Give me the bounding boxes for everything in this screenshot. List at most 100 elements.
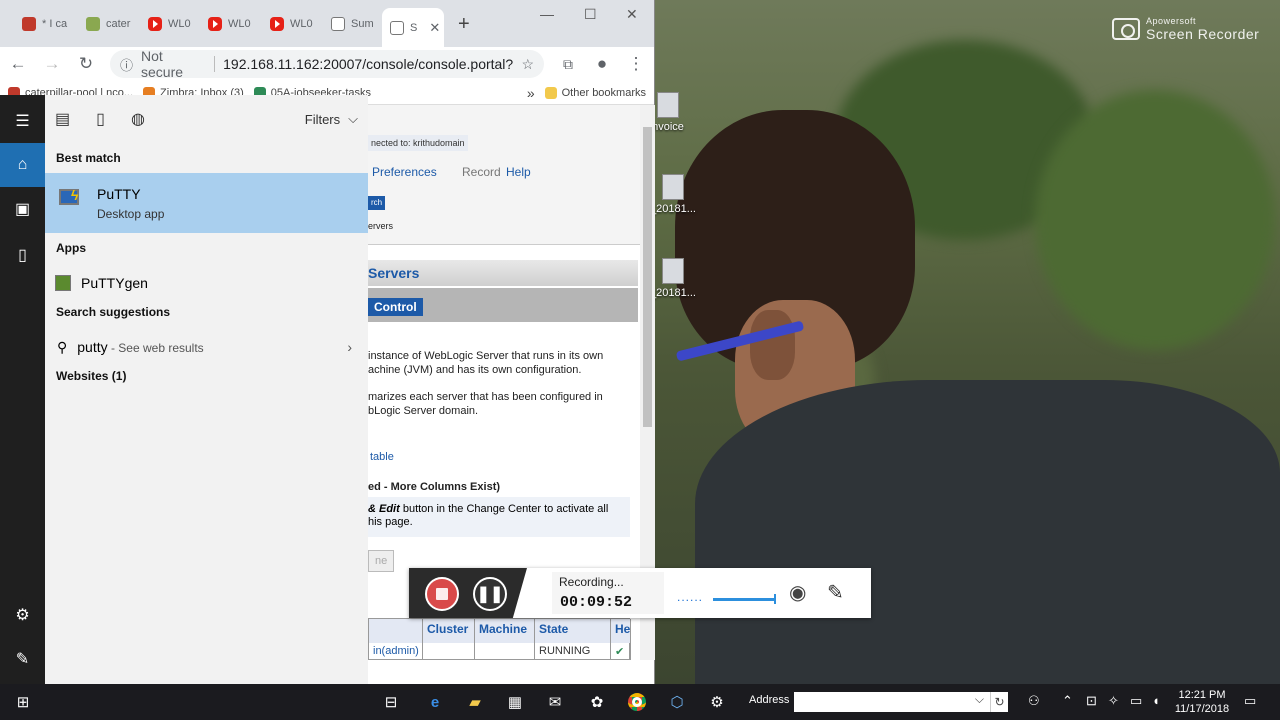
close-tab-icon[interactable]: ✕ (429, 20, 440, 36)
store-icon[interactable]: ▦ (504, 691, 526, 713)
web-suggestion-putty[interactable]: ⚲ putty - See web results › (45, 335, 368, 359)
bookmarks-overflow-icon[interactable]: » (527, 85, 535, 101)
browser-tab-5[interactable]: WL0 (262, 10, 322, 38)
browser-tab-2[interactable]: cater (78, 10, 138, 38)
table-cell-name[interactable]: in(admin) (369, 643, 423, 660)
apps-scope-icon[interactable]: ▤ (55, 109, 70, 129)
camera-icon (1112, 18, 1140, 40)
maximize-button[interactable]: ☐ (584, 6, 597, 23)
pen-icon[interactable]: ✎ (827, 580, 844, 605)
browser-tab-6[interactable]: Sum (323, 10, 381, 38)
profile-avatar-icon[interactable]: ● (592, 54, 612, 74)
volume-slider[interactable] (713, 594, 776, 604)
recording-status: Recording... (559, 575, 624, 589)
webcam-icon[interactable]: ◉ (789, 580, 806, 605)
tab-title: WL0 (290, 18, 313, 30)
table-header-state[interactable]: State (535, 619, 611, 643)
flag-icon (22, 17, 36, 31)
windows-start-icon[interactable]: ⊞ (12, 691, 34, 713)
show-hidden-icons[interactable]: ⌃ (1062, 693, 1073, 709)
table-header-name[interactable] (369, 619, 423, 643)
file-explorer-icon[interactable]: ▰ (464, 691, 486, 713)
table-header-cluster[interactable]: Cluster (423, 619, 475, 643)
youtube-icon (270, 17, 284, 31)
pause-recording-button[interactable]: ❚❚ (473, 577, 507, 611)
feedback-icon[interactable]: ✎ (0, 637, 45, 681)
note-text: his page. (368, 516, 413, 528)
new-tab-button[interactable]: + (450, 10, 470, 38)
new-server-button[interactable]: ne (368, 550, 395, 572)
browser-tab-active[interactable]: S ✕ (382, 8, 444, 47)
documents-scope-icon[interactable]: ▯ (96, 109, 105, 129)
home-icon[interactable]: ⌂ (0, 143, 45, 187)
info-icon[interactable]: ⓘ (120, 55, 133, 74)
search-button[interactable]: rch (368, 196, 386, 210)
extension-icon[interactable]: ⧉ (558, 56, 578, 73)
table-header-machine[interactable]: Machine (475, 619, 535, 643)
address-bar[interactable]: ⓘ Not secure 192.168.11.162:20007/consol… (110, 48, 544, 80)
tab-control[interactable]: Control (368, 298, 423, 316)
mail-icon[interactable]: ✉ (544, 691, 566, 713)
page-icon (331, 17, 345, 31)
network-icon[interactable]: ▭ (1130, 693, 1142, 709)
reload-icon[interactable]: ↻ (76, 54, 96, 74)
record-link[interactable]: Record (462, 165, 501, 179)
note-text: button in the Change Center to activate … (399, 503, 609, 515)
minimize-button[interactable]: — (540, 6, 554, 22)
back-icon[interactable]: ← (8, 54, 28, 74)
web-scope-icon[interactable]: ◍ (131, 109, 145, 129)
putty-icon: ϟ (57, 187, 85, 215)
customize-table-link[interactable]: table (370, 451, 394, 463)
app-icon[interactable]: ✿ (586, 691, 608, 713)
help-link[interactable]: Help (506, 165, 531, 179)
forward-icon[interactable]: → (42, 54, 62, 74)
best-match-putty[interactable]: ϟ PuTTY Desktop app (45, 173, 368, 233)
search-results-panel: ▤ ▯ ◍ Filters ⌵ Best match ϟ PuTTY Deskt… (45, 95, 368, 684)
task-view-icon[interactable]: ⊟ (380, 691, 402, 713)
3d-viewer-icon[interactable]: ⬡ (666, 691, 688, 713)
browser-tab-1[interactable]: * I ca (14, 10, 74, 38)
stop-recording-button[interactable] (425, 577, 459, 611)
address-go-icon[interactable]: ↻ (990, 692, 1008, 712)
star-icon[interactable]: ☆ (521, 56, 534, 73)
hamburger-menu-icon[interactable]: ☰ (0, 99, 45, 143)
desktop-icon-label: _20181... (650, 287, 696, 299)
other-bookmarks[interactable]: Other bookmarks (544, 86, 646, 99)
chevron-down-icon: ⌵ (348, 111, 358, 126)
browser-toolbar: ← → ↻ ⓘ Not secure 192.168.11.162:20007/… (0, 47, 654, 81)
settings-icon[interactable]: ⚙ (706, 691, 728, 713)
people-icon[interactable]: ⚇ (1028, 693, 1040, 709)
search-suggestions-heading: Search suggestions (56, 305, 171, 319)
dropbox-icon[interactable]: ✧ (1108, 693, 1119, 709)
settings-icon[interactable]: ⚙ (0, 593, 45, 637)
edge-icon[interactable]: e (424, 691, 446, 713)
table-header-health[interactable]: He (611, 619, 631, 643)
scrollbar-thumb[interactable] (643, 127, 652, 427)
menu-icon[interactable]: ⋮ (626, 54, 646, 74)
action-center-icon[interactable]: ▭ (1244, 693, 1256, 709)
app-result-label: PuTTYgen (81, 275, 148, 291)
app-result-puttygen[interactable]: PuTTYgen (45, 271, 368, 295)
omnibox-divider (214, 56, 216, 72)
recorder-tray-icon[interactable]: ⊡ (1086, 693, 1097, 709)
volume-icon[interactable]: ◖ (1152, 693, 1160, 708)
preferences-link[interactable]: Preferences (372, 165, 437, 179)
chrome-icon[interactable] (626, 691, 648, 713)
close-window-button[interactable]: ✕ (626, 6, 638, 23)
device-icon[interactable]: ▯ (0, 233, 45, 277)
tab-title: cater (106, 18, 131, 30)
chevron-right-icon[interactable]: › (347, 339, 352, 355)
filters-dropdown[interactable]: Filters ⌵ (305, 111, 358, 127)
file-icon (662, 258, 684, 284)
page-icon (390, 20, 404, 35)
recorder-brand-big: Screen Recorder (1146, 26, 1260, 42)
browser-tab-4[interactable]: WL0 (200, 10, 260, 38)
documents-icon[interactable]: ▣ (0, 187, 45, 231)
browser-tab-3[interactable]: WL0 (140, 10, 200, 38)
table-cell (423, 643, 475, 660)
note-edit: & Edit (368, 503, 400, 515)
websites-heading[interactable]: Websites (1) (45, 369, 126, 383)
system-clock[interactable]: 12:21 PM 11/17/2018 (1172, 688, 1232, 716)
health-ok-icon: ✔ (611, 643, 631, 660)
address-toolbar-input[interactable] (794, 692, 990, 712)
